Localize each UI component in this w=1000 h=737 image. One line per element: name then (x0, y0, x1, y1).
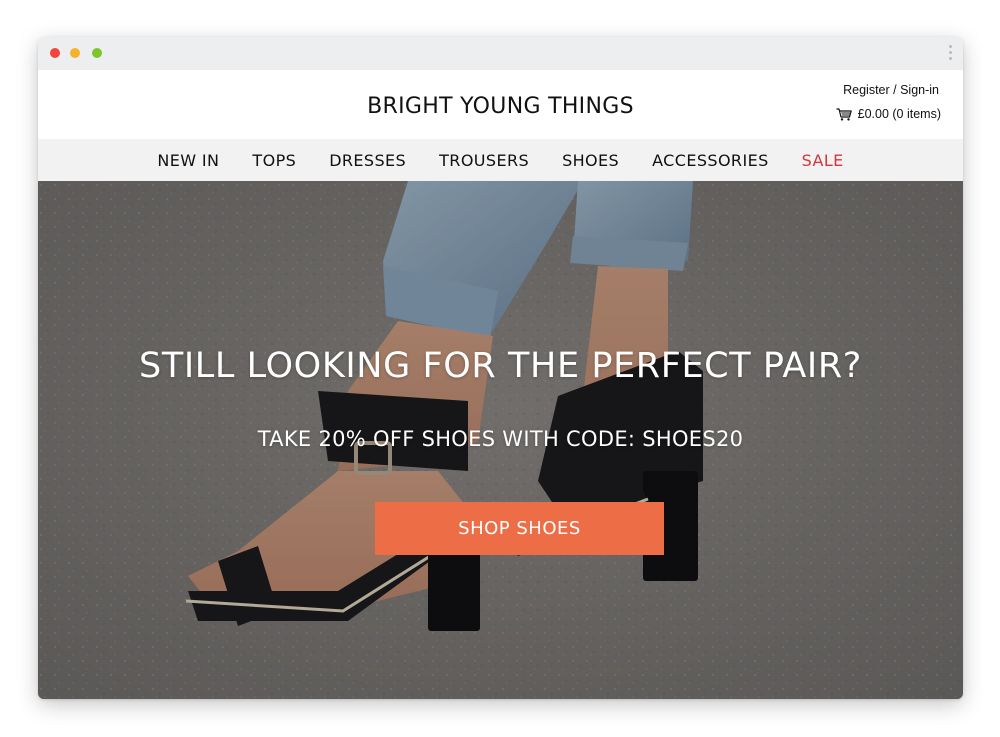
shop-shoes-button[interactable]: SHOP SHOES (375, 502, 664, 555)
maximize-window-button[interactable] (92, 48, 102, 58)
brand-logo[interactable]: BRIGHT YOUNG THINGS (38, 94, 963, 119)
site-header: BRIGHT YOUNG THINGS Register / Sign-in £… (38, 70, 963, 139)
nav-item-dresses[interactable]: DRESSES (329, 151, 406, 170)
close-window-button[interactable] (50, 48, 60, 58)
nav-item-shoes[interactable]: SHOES (562, 151, 619, 170)
nav-item-trousers[interactable]: TROUSERS (439, 151, 529, 170)
register-signin-link[interactable]: Register / Sign-in (843, 83, 939, 97)
nav-item-tops[interactable]: TOPS (252, 151, 296, 170)
nav-item-new-in[interactable]: NEW IN (157, 151, 219, 170)
nav-item-accessories[interactable]: ACCESSORIES (652, 151, 769, 170)
hero-banner: STILL LOOKING FOR THE PERFECT PAIR? TAKE… (38, 181, 963, 699)
nav-item-sale[interactable]: SALE (802, 151, 844, 170)
main-nav: NEW IN TOPS DRESSES TROUSERS SHOES ACCES… (38, 139, 963, 181)
browser-window: BRIGHT YOUNG THINGS Register / Sign-in £… (38, 37, 963, 699)
cart-summary[interactable]: £0.00 (0 items) (836, 107, 941, 121)
cart-icon (836, 107, 852, 121)
hero-subtitle: TAKE 20% OFF SHOES WITH CODE: SHOES20 (257, 427, 744, 451)
cart-total: £0.00 (0 items) (857, 107, 941, 121)
browser-titlebar (38, 37, 963, 71)
kebab-menu-icon[interactable] (949, 45, 953, 63)
minimize-window-button[interactable] (70, 48, 80, 58)
hero-title: STILL LOOKING FOR THE PERFECT PAIR? (139, 346, 862, 386)
